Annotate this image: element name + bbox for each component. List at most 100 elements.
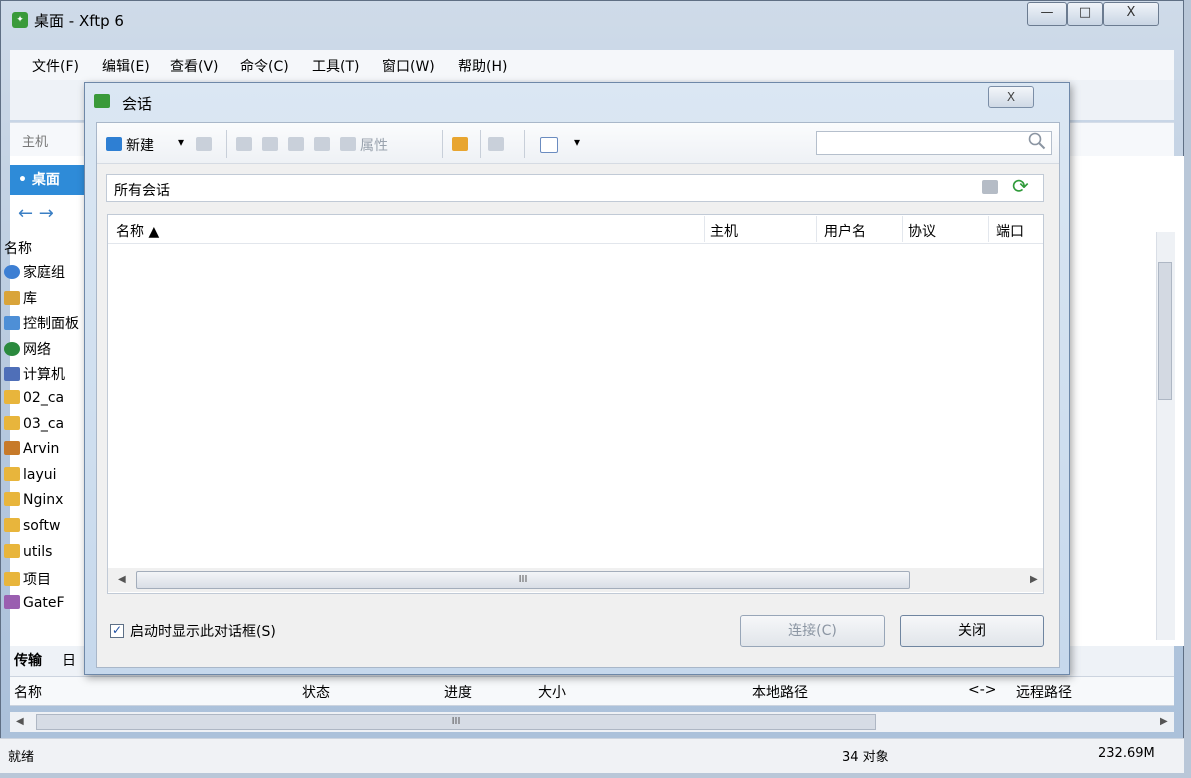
list-item-label: layui bbox=[23, 466, 57, 483]
computer-icon bbox=[4, 367, 20, 382]
gate-icon bbox=[4, 594, 20, 609]
show-on-startup-label[interactable]: 启动时显示此对话框(S) bbox=[130, 621, 276, 641]
list-item[interactable]: 家庭组 bbox=[4, 262, 65, 282]
scroll-left-icon[interactable]: ◀ bbox=[16, 716, 24, 727]
control-panel-icon bbox=[4, 316, 20, 331]
list-item[interactable]: Nginx bbox=[4, 492, 63, 508]
list-item[interactable]: 项目 bbox=[4, 569, 51, 589]
toolbar-separator bbox=[480, 130, 481, 158]
list-item[interactable]: layui bbox=[4, 466, 57, 483]
copy-icon[interactable] bbox=[262, 137, 278, 151]
transfer-col-status[interactable]: 状态 bbox=[302, 682, 330, 702]
list-item-label: 02_ca bbox=[23, 390, 65, 406]
title-bar bbox=[0, 0, 1184, 40]
back-forward-icon[interactable]: ← → bbox=[18, 203, 54, 224]
cut-icon[interactable] bbox=[236, 137, 252, 151]
session-path-bar bbox=[106, 174, 1044, 202]
window-close-button[interactable]: X bbox=[1103, 2, 1159, 26]
list-item-label: 计算机 bbox=[23, 367, 65, 384]
scroll-right-icon[interactable]: ▶ bbox=[1030, 574, 1038, 585]
list-item[interactable]: 03_ca bbox=[4, 415, 65, 432]
scroll-right-icon[interactable]: ▶ bbox=[1160, 716, 1168, 727]
list-item-label: 03_ca bbox=[23, 415, 65, 432]
address-host-label[interactable]: 主机 bbox=[22, 131, 48, 150]
toolbar-separator bbox=[226, 130, 227, 158]
transfer-col-size[interactable]: 大小 bbox=[538, 682, 566, 702]
list-item-label: 家庭组 bbox=[23, 265, 65, 281]
scrollbar-thumb[interactable]: III bbox=[136, 571, 910, 589]
menu-view[interactable]: 查看(V) bbox=[170, 56, 219, 76]
paste-icon[interactable] bbox=[288, 137, 304, 151]
new-session-button[interactable]: 新建 bbox=[126, 135, 154, 155]
session-icon bbox=[94, 94, 110, 108]
tab-log[interactable]: 日 bbox=[62, 650, 76, 670]
properties-icon[interactable] bbox=[340, 137, 356, 151]
transfer-col-local-path[interactable]: 本地路径 bbox=[752, 682, 808, 702]
col-protocol[interactable]: 协议 bbox=[908, 221, 936, 241]
col-name[interactable]: 名称 ▲ bbox=[116, 221, 159, 241]
view-dropdown-icon[interactable]: ▾ bbox=[574, 135, 580, 149]
new-folder-icon[interactable] bbox=[982, 180, 998, 194]
search-icon[interactable] bbox=[1028, 132, 1046, 150]
list-item[interactable]: 控制面板 bbox=[4, 313, 79, 333]
list-item-label: Arvin bbox=[23, 441, 60, 458]
list-item-label: 控制面板 bbox=[23, 316, 79, 333]
list-item[interactable]: utils bbox=[4, 543, 53, 560]
transfer-col-remote-path[interactable]: 远程路径 bbox=[1016, 682, 1072, 702]
close-button[interactable]: 关闭 bbox=[900, 615, 1044, 647]
list-item-label: GateF bbox=[23, 594, 65, 611]
menu-tools[interactable]: 工具(T) bbox=[312, 56, 359, 76]
list-item[interactable]: 库 bbox=[4, 288, 37, 308]
folder-icon bbox=[4, 466, 20, 481]
minimize-button[interactable]: — bbox=[1027, 2, 1067, 26]
transfer-col-name[interactable]: 名称 bbox=[14, 682, 42, 702]
open-icon[interactable] bbox=[196, 137, 212, 151]
list-item[interactable]: 网络 bbox=[4, 339, 51, 359]
total-size: 232.69M bbox=[1098, 746, 1155, 761]
maximize-button[interactable]: □ bbox=[1067, 2, 1103, 26]
transfer-header bbox=[10, 676, 1174, 706]
list-item[interactable]: Arvin bbox=[4, 441, 59, 457]
view-mode-icon[interactable] bbox=[540, 137, 558, 153]
menu-window[interactable]: 窗口(W) bbox=[382, 56, 435, 76]
menu-help[interactable]: 帮助(H) bbox=[458, 56, 507, 76]
rename-icon[interactable] bbox=[488, 137, 504, 151]
show-on-startup-checkbox[interactable]: ✓ bbox=[110, 624, 124, 638]
properties-button[interactable]: 属性 bbox=[360, 135, 388, 155]
connect-button[interactable]: 连接(C) bbox=[740, 615, 885, 647]
menu-command[interactable]: 命令(C) bbox=[240, 56, 289, 76]
dialog-title: 会话 bbox=[122, 95, 153, 113]
list-item[interactable]: 02_ca bbox=[4, 390, 64, 406]
library-icon bbox=[4, 290, 20, 305]
scrollbar-thumb[interactable]: III bbox=[36, 714, 876, 730]
status-text: 就绪 bbox=[8, 750, 35, 765]
list-item-label: utils bbox=[23, 543, 53, 560]
transfer-col-progress[interactable]: 进度 bbox=[444, 682, 472, 702]
col-port[interactable]: 端口 bbox=[996, 221, 1024, 241]
refresh-icon[interactable]: ⟳ bbox=[1012, 176, 1029, 196]
xftp-app-icon: ✦ bbox=[12, 12, 28, 28]
transfer-col-direction[interactable]: <-> bbox=[968, 682, 997, 698]
toolbar-separator bbox=[524, 130, 525, 158]
menu-file[interactable]: 文件(F) bbox=[32, 56, 79, 76]
session-list bbox=[107, 214, 1044, 594]
list-item[interactable]: 计算机 bbox=[4, 364, 65, 384]
delete-icon[interactable] bbox=[314, 137, 330, 151]
dialog-close-button[interactable]: X bbox=[988, 86, 1034, 108]
folder-icon bbox=[4, 543, 20, 558]
tab-desktop[interactable]: • 桌面 bbox=[10, 165, 88, 195]
col-host[interactable]: 主机 bbox=[710, 221, 738, 241]
folder-icon[interactable] bbox=[452, 137, 468, 151]
list-item[interactable]: softw bbox=[4, 518, 60, 534]
column-header-name[interactable]: 名称 bbox=[4, 238, 32, 258]
new-session-icon[interactable] bbox=[106, 137, 122, 151]
tab-transfer[interactable]: 传输 bbox=[14, 650, 42, 670]
col-username[interactable]: 用户名 bbox=[824, 221, 866, 241]
new-dropdown-icon[interactable]: ▾ bbox=[178, 135, 184, 149]
column-separator bbox=[704, 216, 705, 242]
scrollbar-thumb[interactable] bbox=[1158, 262, 1172, 400]
session-search-input[interactable] bbox=[816, 131, 1052, 155]
scroll-left-icon[interactable]: ◀ bbox=[118, 574, 126, 585]
list-item[interactable]: GateF bbox=[4, 594, 65, 611]
menu-edit[interactable]: 编辑(E) bbox=[102, 56, 150, 76]
